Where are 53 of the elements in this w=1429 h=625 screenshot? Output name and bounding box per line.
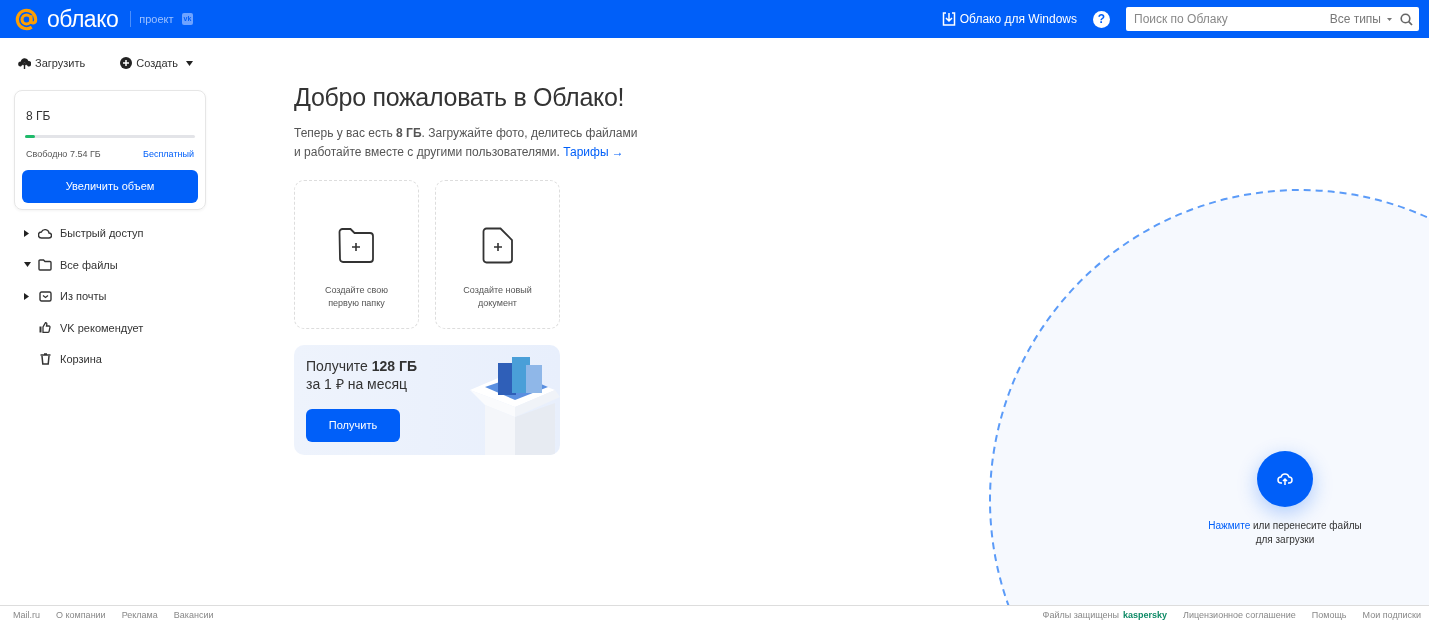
- caret-right-icon[interactable]: [24, 292, 29, 300]
- search-field[interactable]: Поиск по Облаку Все типы: [1126, 7, 1419, 31]
- trash-icon: [39, 353, 51, 366]
- upload-button[interactable]: Загрузить: [35, 54, 86, 72]
- click-upload-link[interactable]: Нажмите: [1208, 520, 1251, 531]
- sidebar-item[interactable]: Из почты: [60, 288, 107, 305]
- project-label: проект: [130, 10, 174, 28]
- caret-right-icon[interactable]: [24, 229, 29, 237]
- create-card[interactable]: Создайте новый документ: [435, 180, 560, 329]
- sidebar-item[interactable]: Все файлы: [60, 256, 118, 273]
- folder-icon: [38, 258, 52, 271]
- footer-link[interactable]: Лицензионное соглашение: [1183, 608, 1296, 623]
- get-button[interactable]: Получить: [306, 409, 400, 442]
- footer-link[interactable]: Мои подписки: [1362, 608, 1421, 623]
- create-button[interactable]: Создать: [136, 54, 179, 72]
- thumbs-up-icon: [39, 322, 51, 334]
- protection-text: Файлы защищены: [1042, 608, 1119, 622]
- sidebar-item[interactable]: Корзина: [60, 351, 102, 368]
- new-folder-icon: [338, 227, 375, 264]
- drop-hint: Нажмите или перенесите файлы для загрузки: [1207, 519, 1363, 547]
- storage-total: 8 ГБ: [25, 108, 52, 125]
- search-icon[interactable]: [1400, 12, 1413, 26]
- at-sign-logo-icon: [14, 6, 39, 32]
- welcome-title: Добро пожаловать в Облако!: [294, 82, 626, 112]
- create-card[interactable]: Создайте свою первую папку: [294, 180, 419, 329]
- new-document-icon: [481, 227, 514, 264]
- footer-link[interactable]: О компании: [56, 608, 106, 623]
- mail-icon: [38, 290, 52, 302]
- increase-storage-button[interactable]: Увеличить объем: [22, 169, 198, 203]
- windows-app-link[interactable]: Облако для Windows: [959, 10, 1077, 28]
- tariffs-link[interactable]: Тарифы →: [563, 145, 624, 159]
- plus-circle-icon[interactable]: [120, 57, 133, 69]
- welcome-text: Теперь у вас есть 8 ГБ. Загружайте фото, делитесь файлами и работайте вместе с другими пользователями. Тарифы →: [294, 125, 639, 161]
- upload-icon[interactable]: [18, 57, 31, 69]
- footer-link[interactable]: Реклама: [121, 608, 158, 623]
- caret-down-icon[interactable]: [24, 262, 31, 268]
- footer-link[interactable]: Помощь: [1311, 608, 1347, 623]
- logo-text[interactable]: облако: [47, 7, 119, 31]
- type-filter-dropdown[interactable]: Все типы: [1323, 10, 1387, 28]
- kaspersky-logo: kaspersky: [1123, 608, 1168, 622]
- promo-subtitle: за 1 ₽ на месяц: [306, 375, 409, 393]
- caret-down-icon[interactable]: [186, 60, 194, 66]
- promo-title: Получите 128 ГБ: [306, 357, 418, 375]
- download-icon[interactable]: [941, 12, 956, 26]
- footer-link[interactable]: Вакансии: [173, 608, 214, 623]
- cloud-icon: [38, 227, 52, 239]
- plan-link[interactable]: Бесплатный: [143, 148, 194, 162]
- help-button[interactable]: ?: [1093, 10, 1110, 28]
- cloud-upload-icon: [1277, 472, 1293, 486]
- free-space-text: Свободно 7.54 ГБ: [26, 148, 101, 161]
- sidebar-item[interactable]: Быстрый доступ: [60, 225, 144, 242]
- sidebar-item[interactable]: VK рекомендует: [60, 319, 144, 336]
- footer-link[interactable]: Mail.ru: [13, 608, 40, 623]
